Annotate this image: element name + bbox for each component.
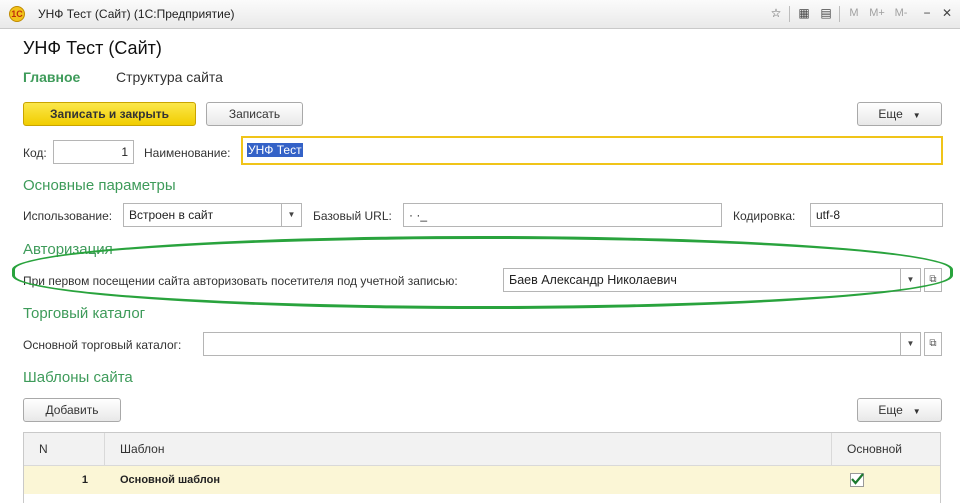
checkmark-icon — [851, 473, 864, 485]
templates-more-button[interactable]: Еще ▼ — [857, 398, 942, 422]
open-item-icon[interactable]: ⧉ — [924, 332, 942, 356]
chevron-down-icon: ▼ — [912, 407, 921, 416]
calendar-icon[interactable]: ▤ — [817, 5, 835, 23]
memory-m-minus-button[interactable]: M- — [890, 5, 912, 23]
column-header-main[interactable]: Основной — [832, 433, 940, 466]
templates-table: N Шаблон Основной 1 Основной шаблон — [23, 432, 941, 503]
chevron-down-icon[interactable]: ▼ — [900, 269, 920, 291]
main-template-checkbox[interactable] — [850, 473, 864, 487]
close-icon[interactable]: ✕ — [938, 5, 956, 23]
window-title: УНФ Тест (Сайт) (1С:Предприятие) — [38, 7, 235, 21]
more-button-label: Еще — [878, 107, 903, 121]
column-header-n[interactable]: N — [24, 433, 105, 466]
section-basic-parameters: Основные параметры — [23, 177, 176, 194]
add-template-button[interactable]: Добавить — [23, 398, 121, 422]
base-url-label: Базовый URL: — [313, 209, 392, 223]
encoding-field[interactable]: utf-8 — [810, 203, 943, 227]
code-label: Код: — [23, 146, 47, 160]
column-header-template[interactable]: Шаблон — [105, 433, 832, 466]
base-url-field[interactable]: · ·_ — [403, 203, 722, 227]
name-field-value: УНФ Тест — [247, 143, 303, 157]
table-row[interactable]: 1 Основной шаблон — [24, 466, 940, 494]
form-title: УНФ Тест (Сайт) — [23, 38, 162, 58]
section-site-templates: Шаблоны сайта — [23, 369, 133, 386]
app-logo-icon: 1С — [9, 6, 25, 22]
toolbar-divider — [839, 6, 840, 22]
memory-m-button[interactable]: M — [845, 5, 863, 23]
more-button[interactable]: Еще ▼ — [857, 102, 942, 126]
usage-select[interactable]: Встроен в сайт ▼ — [123, 203, 302, 227]
chevron-down-icon: ▼ — [912, 111, 921, 120]
save-button[interactable]: Записать — [206, 102, 303, 126]
templates-more-label: Еще — [878, 403, 903, 417]
calculator-icon[interactable]: ▦ — [795, 5, 813, 23]
auth-user-value: Баев Александр Николаевич — [509, 273, 677, 287]
tab-site-structure[interactable]: Структура сайта — [116, 69, 223, 85]
auth-user-label: При первом посещении сайта авторизовать … — [23, 274, 458, 288]
favorite-star-icon[interactable]: ☆ — [767, 5, 785, 23]
encoding-label: Кодировка: — [733, 209, 796, 223]
name-field[interactable]: УНФ Тест — [241, 136, 943, 165]
memory-m-plus-button[interactable]: M+ — [866, 5, 888, 23]
row-number: 1 — [81, 474, 88, 486]
save-and-close-button[interactable]: Записать и закрыть — [23, 102, 196, 126]
section-trade-catalog: Торговый каталог — [23, 305, 146, 322]
row-template-name: Основной шаблон — [120, 474, 220, 486]
usage-label: Использование: — [23, 209, 113, 223]
minimize-icon[interactable]: − — [918, 5, 936, 23]
tab-main[interactable]: Главное — [23, 69, 80, 85]
catalog-label: Основной торговый каталог: — [23, 338, 182, 352]
usage-value: Встроен в сайт — [129, 208, 214, 222]
section-authorization: Авторизация — [23, 241, 113, 258]
toolbar-divider — [789, 6, 790, 22]
code-field[interactable]: 1 — [53, 140, 134, 164]
catalog-select[interactable]: ▼ — [203, 332, 921, 356]
chevron-down-icon[interactable]: ▼ — [281, 204, 301, 226]
open-item-icon[interactable]: ⧉ — [924, 268, 942, 292]
chevron-down-icon[interactable]: ▼ — [900, 333, 920, 355]
auth-user-select[interactable]: Баев Александр Николаевич ▼ — [503, 268, 921, 292]
name-label: Наименование: — [144, 146, 231, 160]
